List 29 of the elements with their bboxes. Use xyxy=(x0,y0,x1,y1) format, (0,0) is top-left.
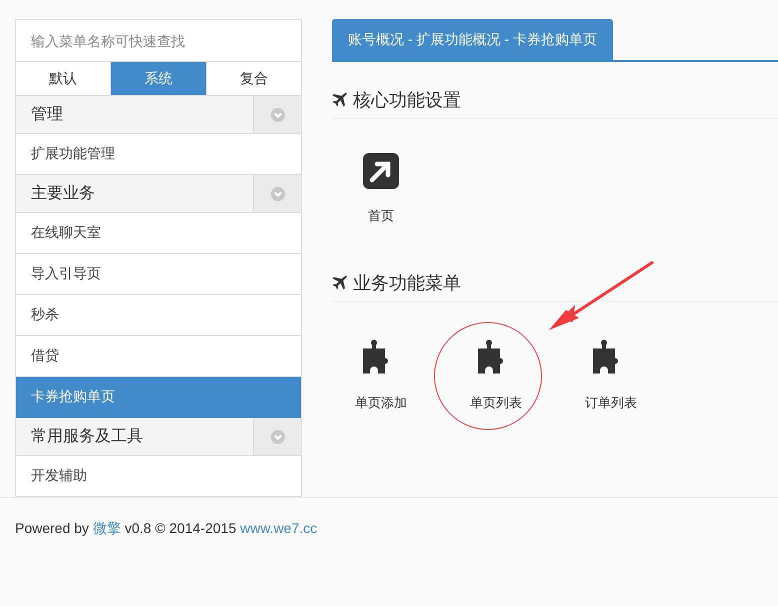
arrow-square-icon xyxy=(363,153,399,189)
menu-group-header[interactable]: 主要业务 xyxy=(16,175,301,213)
chevron-down-icon xyxy=(270,186,284,200)
menu-item[interactable]: 导入引导页 xyxy=(16,254,301,295)
module-tile[interactable]: 订单列表 xyxy=(562,338,660,412)
menu-item[interactable]: 在线聊天室 xyxy=(16,213,301,254)
group-title: 常用服务及工具 xyxy=(30,426,144,447)
airplane-icon xyxy=(332,275,348,291)
section-title: 业务功能菜单 xyxy=(353,272,461,295)
menu-item[interactable]: 卡券抢购单页 xyxy=(16,377,301,418)
toggle-button[interactable] xyxy=(253,418,301,455)
chevron-down-icon xyxy=(270,108,284,122)
section-title: 核心功能设置 xyxy=(353,89,461,112)
group-title: 管理 xyxy=(30,105,64,125)
module-tile[interactable]: 单页列表 xyxy=(447,338,545,412)
chevron-down-icon xyxy=(270,430,284,444)
menu-item[interactable]: 秒杀 xyxy=(16,295,301,336)
breadcrumb-tab[interactable]: 账号概况 - 扩展功能概况 - 卡券抢购单页 xyxy=(332,19,613,60)
toggle-button[interactable] xyxy=(253,96,301,133)
tab[interactable]: 系统 xyxy=(111,62,207,95)
menu-group-header[interactable]: 常用服务及工具 xyxy=(16,418,301,456)
menu-item[interactable]: 开发辅助 xyxy=(16,456,301,496)
toggle-button[interactable] xyxy=(253,175,301,212)
menu-group-header[interactable]: 管理 xyxy=(16,96,301,134)
airplane-icon xyxy=(332,92,348,108)
group-title: 主要业务 xyxy=(30,184,96,204)
copyright-text: Powered by 微擎 v0.8 © 2014-2015 www.we7.cc xyxy=(15,520,318,538)
module-tile[interactable]: 首页 xyxy=(332,153,430,225)
module-tile[interactable]: 单页添加 xyxy=(332,338,430,412)
